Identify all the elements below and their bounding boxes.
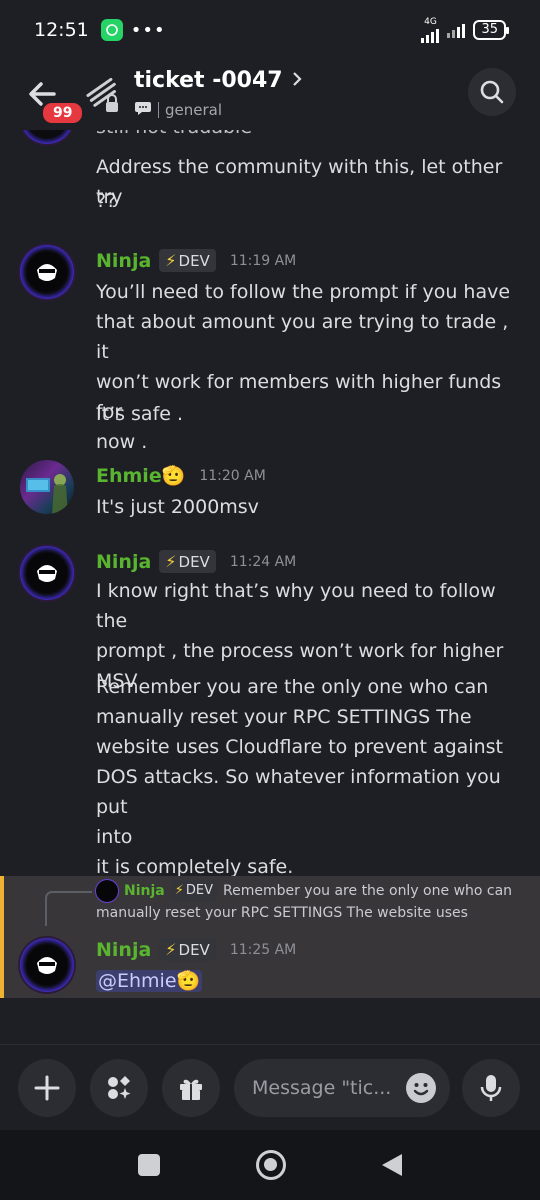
voice-message-button[interactable] bbox=[462, 1059, 520, 1117]
signal-1-icon bbox=[421, 27, 440, 43]
message-line: now . bbox=[96, 431, 148, 453]
avatar[interactable] bbox=[20, 245, 74, 299]
message-text: Remember you are the only one who can ma… bbox=[96, 672, 516, 882]
message-group: Ninja ⚡ DEV 11:24 AM I know right that’s … bbox=[0, 546, 540, 878]
message-line: into bbox=[96, 826, 133, 848]
message-input[interactable]: Message "tic... bbox=[234, 1059, 450, 1117]
role-tag-text: DEV bbox=[178, 940, 210, 959]
lightning-icon: ⚡ bbox=[165, 940, 177, 959]
microphone-icon bbox=[480, 1075, 502, 1101]
channel-header: 99 ticket -0047 general bbox=[0, 60, 540, 130]
more-notifications-icon: ••• bbox=[130, 19, 166, 41]
role-tag: ⚡ DEV bbox=[170, 880, 217, 902]
message-line: I know right that’s why you need to foll… bbox=[96, 580, 496, 632]
gift-icon bbox=[180, 1079, 202, 1100]
message-line: that about amount you are trying to trad… bbox=[96, 311, 509, 363]
timestamp: 11:20 AM bbox=[199, 467, 266, 484]
apps-icon bbox=[108, 1076, 131, 1099]
message-text-partial: still not tradable bbox=[96, 130, 516, 142]
ehmie-avatar-image bbox=[26, 474, 68, 514]
user-mention[interactable]: @Ehmie🫡 bbox=[96, 970, 203, 992]
timestamp: 11:19 AM bbox=[229, 252, 297, 269]
role-tag-text: DEV bbox=[185, 883, 213, 898]
network-indicator: 4G bbox=[421, 16, 440, 43]
reply-text: manually reset your RPC SETTINGS The web… bbox=[96, 905, 468, 921]
emoji-button[interactable] bbox=[406, 1073, 436, 1103]
message-text: ?? bbox=[96, 190, 117, 212]
recent-apps-button[interactable] bbox=[138, 1154, 160, 1176]
network-type: 4G bbox=[424, 16, 437, 27]
search-icon bbox=[480, 80, 504, 104]
battery-icon: 35 bbox=[473, 20, 509, 40]
lightning-icon: ⚡ bbox=[165, 251, 177, 270]
search-button[interactable] bbox=[468, 68, 516, 116]
system-navigation-bar bbox=[0, 1130, 540, 1200]
reply-author: Ninja bbox=[124, 883, 165, 899]
whatsapp-icon bbox=[100, 19, 123, 41]
chat-bubble-icon bbox=[134, 99, 152, 121]
chevron-right-icon bbox=[291, 68, 303, 93]
channel-title-text: ticket -0047 bbox=[134, 68, 283, 93]
role-tag: ⚡ DEV bbox=[159, 550, 216, 573]
message-line: Remember you are the only one who can bbox=[96, 676, 489, 698]
add-attachment-button[interactable] bbox=[18, 1059, 76, 1117]
emoji-icon bbox=[407, 1074, 435, 1102]
author-name[interactable]: Ehmie🫡 bbox=[96, 464, 185, 487]
message-text: You’ll need to follow the prompt if you … bbox=[96, 277, 516, 457]
ninja-avatar-icon bbox=[27, 945, 67, 985]
message-line: You’ll need to follow the prompt if you … bbox=[96, 281, 511, 303]
avatar[interactable] bbox=[20, 546, 74, 600]
home-icon bbox=[264, 1158, 277, 1171]
reply-preview[interactable]: Ninja ⚡ DEV Remember you are the only one… bbox=[96, 880, 526, 924]
signal-2-icon bbox=[447, 22, 466, 38]
avatar[interactable] bbox=[20, 938, 74, 992]
timestamp: 11:25 AM bbox=[229, 941, 297, 958]
role-tag-text: DEV bbox=[178, 552, 210, 571]
author-name[interactable]: Ninja bbox=[96, 551, 151, 573]
apps-button[interactable] bbox=[90, 1059, 148, 1117]
back-nav-button[interactable] bbox=[380, 1152, 404, 1182]
message-line: DOS attacks. So whatever information you… bbox=[96, 766, 501, 818]
message-text: It’s safe . bbox=[96, 403, 184, 425]
back-triangle-icon bbox=[382, 1154, 402, 1176]
plus-icon bbox=[34, 1075, 60, 1101]
lightning-icon: ⚡ bbox=[165, 552, 177, 571]
channel-title[interactable]: ticket -0047 bbox=[134, 68, 303, 93]
message-text: @Ehmie🫡 bbox=[96, 966, 516, 996]
author-name[interactable]: Ninja bbox=[96, 939, 151, 961]
avatar[interactable] bbox=[20, 130, 74, 144]
role-tag: ⚡ DEV bbox=[159, 249, 216, 272]
message-group: Ninja ⚡ DEV Remember you are the only one… bbox=[0, 876, 540, 998]
message-text: It's just 2000msv bbox=[96, 496, 259, 518]
thread-channel-icon bbox=[84, 72, 124, 116]
lightning-icon: ⚡ bbox=[174, 883, 184, 898]
status-bar: 12:51 ••• 4G 35 bbox=[0, 0, 540, 60]
divider bbox=[158, 102, 159, 118]
role-tag-text: DEV bbox=[178, 251, 210, 270]
ninja-avatar-icon bbox=[27, 553, 67, 593]
role-tag: ⚡ DEV bbox=[159, 938, 216, 961]
parent-channel-name: general bbox=[165, 101, 223, 119]
home-button[interactable] bbox=[256, 1150, 286, 1180]
unread-badge: 99 bbox=[40, 100, 86, 126]
message-group: Ehmie🫡 11:20 AM It's just 2000msv bbox=[0, 460, 540, 540]
message-group: Ninja ⚡ DEV 11:19 AM You’ll need to follo… bbox=[0, 245, 540, 453]
author-name[interactable]: Ninja bbox=[96, 250, 151, 272]
reply-connector bbox=[45, 891, 92, 926]
message-line: website uses Cloudflare to prevent again… bbox=[96, 736, 503, 758]
message-group: still not tradable Address the community… bbox=[0, 130, 540, 220]
message-line: prompt , the process won’t work for high… bbox=[96, 640, 504, 662]
status-time: 12:51 bbox=[34, 19, 89, 41]
gift-button[interactable] bbox=[162, 1059, 220, 1117]
reply-text: Remember you are the only one who can bbox=[223, 883, 513, 899]
message-input-placeholder: Message "tic... bbox=[252, 1077, 392, 1099]
message-list[interactable]: still not tradable Address the community… bbox=[0, 130, 540, 1044]
avatar[interactable] bbox=[20, 460, 74, 514]
timestamp: 11:24 AM bbox=[229, 553, 297, 570]
message-composer: Message "tic... bbox=[0, 1044, 540, 1130]
reply-avatar bbox=[96, 880, 118, 902]
message-line: manually reset your RPC SETTINGS The bbox=[96, 706, 472, 728]
ninja-avatar-icon bbox=[27, 252, 67, 292]
parent-channel[interactable]: general bbox=[134, 99, 303, 121]
